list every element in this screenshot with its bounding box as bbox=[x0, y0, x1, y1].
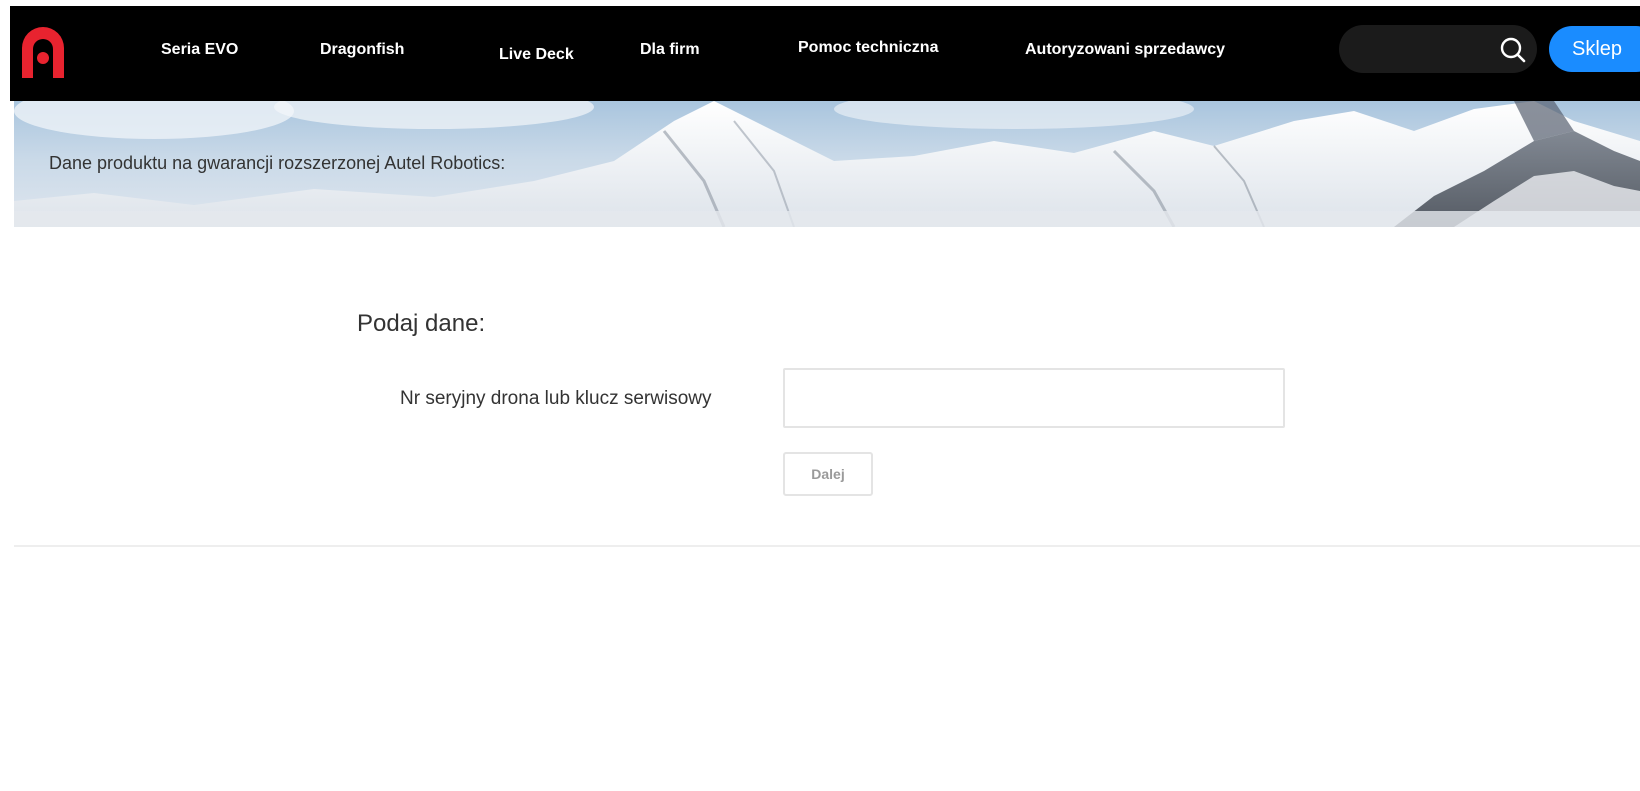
nav-item-pomoc-techniczna[interactable]: Pomoc techniczna bbox=[798, 39, 938, 57]
nav-item-seria-evo[interactable]: Seria EVO bbox=[161, 41, 238, 59]
hero-banner: Dane produktu na gwarancji rozszerzonej … bbox=[14, 101, 1640, 227]
nav-item-dragonfish[interactable]: Dragonfish bbox=[320, 41, 404, 59]
serial-number-label: Nr seryjny drona lub klucz serwisowy bbox=[400, 388, 712, 409]
serial-number-input[interactable] bbox=[783, 368, 1285, 428]
banner-heading: Dane produktu na gwarancji rozszerzonej … bbox=[49, 153, 506, 173]
shop-button[interactable]: Sklep bbox=[1549, 26, 1640, 72]
search-input[interactable] bbox=[1355, 33, 1495, 65]
footer-divider bbox=[14, 545, 1640, 547]
form-title: Podaj dane: bbox=[357, 310, 486, 337]
top-navbar: Seria EVO Dragonfish Live Deck Dla firm … bbox=[10, 6, 1640, 101]
search-box bbox=[1339, 25, 1537, 73]
search-icon[interactable] bbox=[1499, 36, 1527, 64]
nav-item-dla-firm[interactable]: Dla firm bbox=[640, 41, 700, 59]
nav-item-autoryzowani-sprzedawcy[interactable]: Autoryzowani sprzedawcy bbox=[1025, 41, 1225, 59]
nav-item-live-deck[interactable]: Live Deck bbox=[499, 46, 574, 64]
autel-logo-icon[interactable] bbox=[18, 24, 68, 78]
next-button[interactable]: Dalej bbox=[783, 452, 873, 496]
